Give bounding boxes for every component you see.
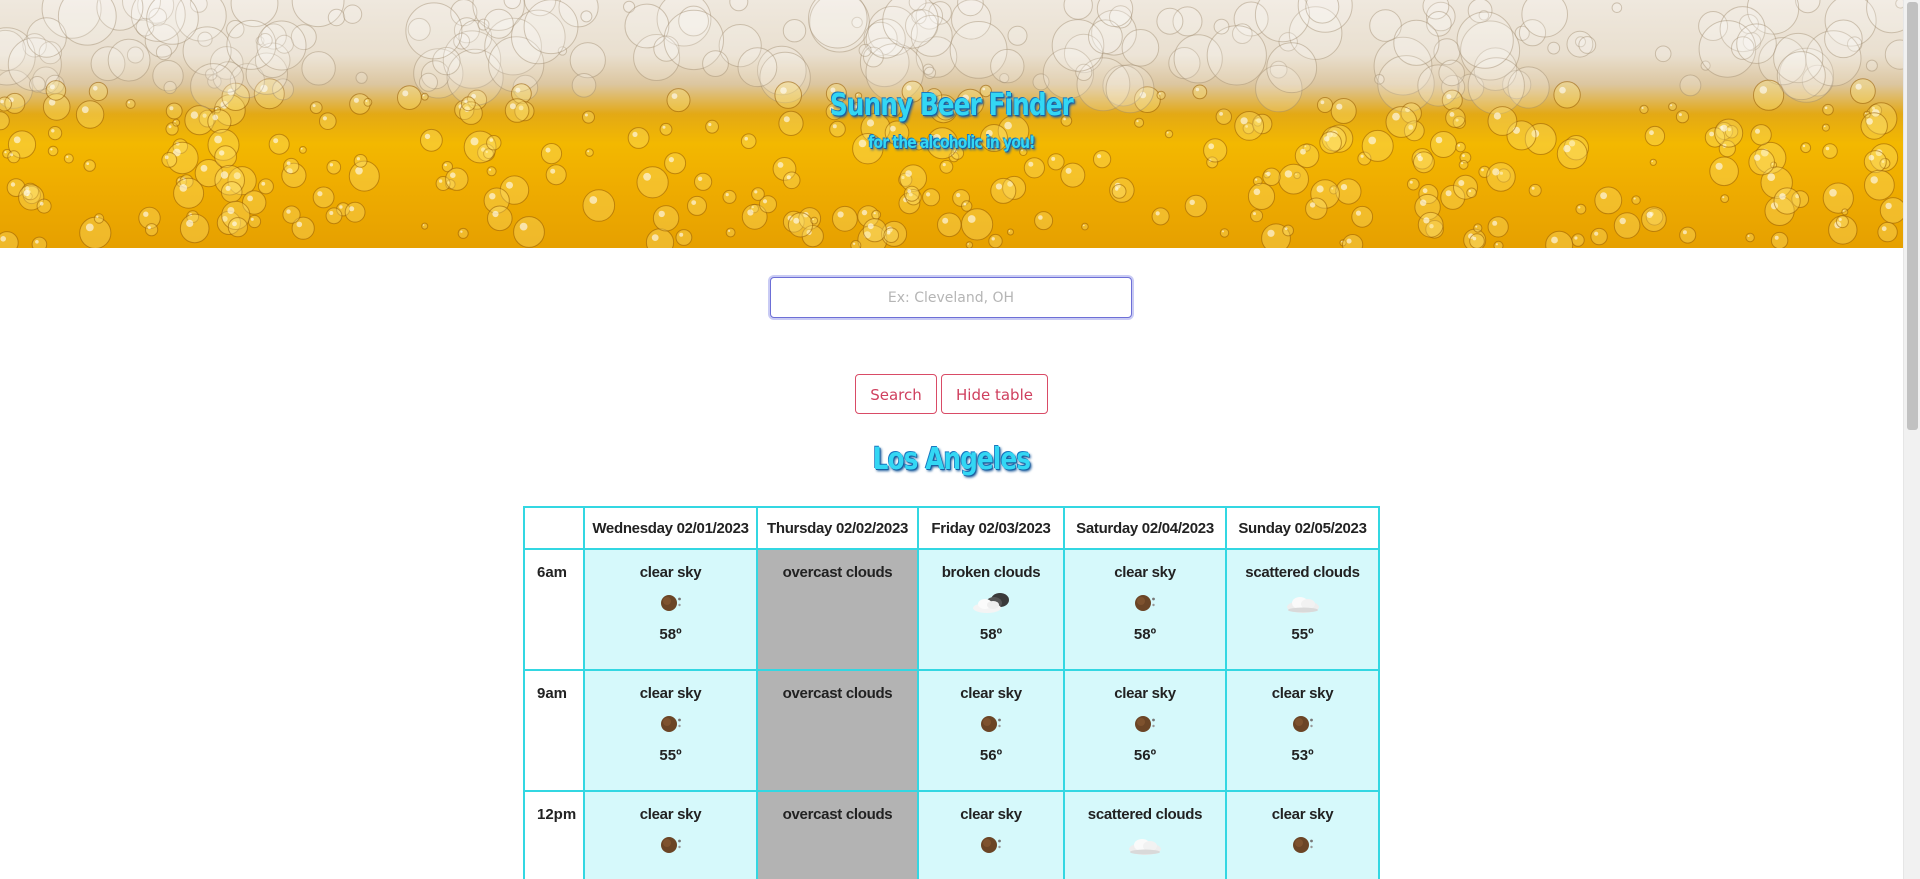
weather-description: clear sky [1271, 806, 1334, 823]
column-header: Friday 02/03/2023 [917, 506, 1065, 550]
table-row: 6am clear sky 58º overcast clouds broken clo… [523, 548, 1380, 671]
table-row: 9am clear sky 55º overcast clouds clear sky 5… [523, 669, 1380, 792]
table-row: 12pm clear sky overcast clouds clear sky sca… [523, 790, 1380, 879]
scattered-clouds-icon [1065, 832, 1225, 858]
clear-sky-icon [1065, 590, 1225, 616]
temperature: 56º [1133, 747, 1157, 764]
weather-description: clear sky [1271, 685, 1334, 702]
column-header: Sunday 02/05/2023 [1225, 506, 1380, 550]
forecast-cell: clear sky 53º [1225, 669, 1380, 792]
city-search-input[interactable] [770, 277, 1132, 318]
forecast-cell: clear sky 56º [917, 669, 1065, 792]
weather-description: clear sky [639, 564, 702, 581]
time-label: 6am [523, 548, 585, 671]
weather-description: clear sky [960, 806, 1022, 823]
site-title: Sunny Beer Finder [830, 88, 1074, 123]
forecast-table: Wednesday 02/01/2023 Thursday 02/02/2023… [523, 506, 1380, 879]
forecast-cell: overcast clouds [756, 669, 919, 792]
temperature: 56º [979, 747, 1003, 764]
temperature: 58º [1133, 626, 1157, 643]
weather-description: scattered clouds [1245, 564, 1360, 581]
weather-description: clear sky [1114, 564, 1176, 581]
clear-sky-icon [585, 711, 756, 737]
search-button[interactable]: Search [855, 374, 937, 414]
beer-bubbles-image [0, 0, 1903, 248]
broken-clouds-icon [919, 590, 1063, 616]
forecast-cell: scattered clouds 55º [1225, 548, 1380, 671]
clear-sky-icon [585, 590, 756, 616]
site-subtitle: for the alcoholic in you! [868, 133, 1035, 153]
forecast-cell: scattered clouds [1063, 790, 1227, 879]
weather-description: overcast clouds [782, 564, 893, 581]
weather-description: clear sky [960, 685, 1022, 702]
forecast-cell: overcast clouds [756, 548, 919, 671]
forecast-cell: clear sky 58º [1063, 548, 1227, 671]
time-label: 9am [523, 669, 585, 792]
weather-description: overcast clouds [782, 806, 893, 823]
temperature: 58º [659, 626, 682, 643]
clear-sky-icon [919, 711, 1063, 737]
corner-cell [523, 506, 585, 550]
weather-description: broken clouds [941, 564, 1041, 581]
time-label: 12pm [523, 790, 585, 879]
scrollbar-thumb[interactable] [1907, 2, 1918, 430]
weather-description: clear sky [639, 685, 702, 702]
weather-description: overcast clouds [782, 685, 893, 702]
weather-description: clear sky [639, 806, 702, 823]
clear-sky-icon [1065, 711, 1225, 737]
forecast-cell: clear sky 58º [583, 548, 758, 671]
clear-sky-icon [1227, 711, 1378, 737]
vertical-scrollbar[interactable] [1903, 0, 1920, 879]
weather-description: scattered clouds [1087, 806, 1203, 823]
column-header: Wednesday 02/01/2023 [583, 506, 758, 550]
temperature: 58º [979, 626, 1003, 643]
column-header: Thursday 02/02/2023 [756, 506, 919, 550]
clear-sky-icon [919, 832, 1063, 858]
scattered-clouds-icon [1227, 590, 1378, 616]
weather-description: clear sky [1114, 685, 1176, 702]
forecast-cell: clear sky 56º [1063, 669, 1227, 792]
clear-sky-icon [585, 832, 756, 858]
temperature: 55º [659, 747, 682, 764]
temperature: 55º [1291, 626, 1314, 643]
forecast-cell: broken clouds 58º [917, 548, 1065, 671]
forecast-cell: overcast clouds [756, 790, 919, 879]
forecast-cell: clear sky [583, 790, 758, 879]
clear-sky-icon [1227, 832, 1378, 858]
forecast-cell: clear sky [917, 790, 1065, 879]
temperature: 53º [1291, 747, 1314, 764]
forecast-cell: clear sky [1225, 790, 1380, 879]
column-header: Saturday 02/04/2023 [1063, 506, 1227, 550]
hide-table-button[interactable]: Hide table [941, 374, 1048, 414]
forecast-cell: clear sky 55º [583, 669, 758, 792]
city-title: Los Angeles [872, 442, 1031, 477]
header-banner: Sunny Beer Finder for the alcoholic in y… [0, 0, 1903, 248]
table-header-row: Wednesday 02/01/2023 Thursday 02/02/2023… [523, 506, 1380, 550]
page: Sunny Beer Finder for the alcoholic in y… [0, 0, 1903, 879]
